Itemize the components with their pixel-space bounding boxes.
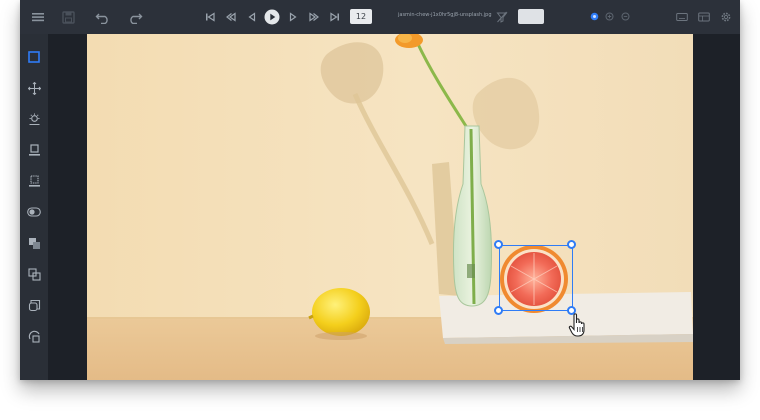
resize-handle-top-right[interactable]	[567, 240, 576, 249]
next-frame-icon[interactable]	[287, 11, 299, 23]
zoom-out-icon[interactable]	[620, 11, 631, 22]
resize-handle-bottom-left[interactable]	[494, 306, 503, 315]
filter-off-icon[interactable]	[495, 10, 509, 24]
frame-step-input[interactable]	[518, 9, 544, 24]
group-tool-icon[interactable]	[26, 235, 42, 251]
annotation-bounding-box[interactable]	[499, 245, 573, 311]
merge-tool-icon[interactable]	[26, 173, 42, 189]
photo-still-life	[87, 34, 693, 380]
resize-handle-top-left[interactable]	[494, 240, 503, 249]
hand-pointer-cursor-icon	[568, 312, 590, 338]
redo-icon[interactable]	[126, 10, 144, 24]
top-toolbar: 12 jasmin-chew-j1x0hr5gj8-unsplash.jpg	[20, 0, 740, 34]
keyboard-icon[interactable]	[675, 10, 689, 24]
layout-icon[interactable]	[697, 10, 711, 24]
filename-label: jasmin-chew-j1x0hr5gj8-unsplash.jpg	[398, 12, 492, 18]
play-button[interactable]	[264, 9, 280, 25]
previous-frame-icon[interactable]	[246, 11, 258, 23]
first-frame-icon[interactable]	[204, 11, 216, 23]
frame-number-input[interactable]: 12	[350, 9, 372, 24]
toggle-visibility-tool-icon[interactable]	[26, 204, 42, 220]
tag-tool-icon[interactable]	[26, 142, 42, 158]
last-frame-icon[interactable]	[329, 11, 341, 23]
paste-shape-tool-icon[interactable]	[26, 328, 42, 344]
ungroup-tool-icon[interactable]	[26, 266, 42, 282]
move-tool-icon[interactable]	[26, 80, 42, 96]
image-canvas[interactable]	[87, 34, 693, 380]
tool-sidebar	[20, 34, 48, 380]
brightness-tool-icon[interactable]	[26, 111, 42, 127]
rectangle-tool-icon[interactable]	[26, 49, 42, 65]
undo-icon[interactable]	[94, 10, 112, 24]
hamburger-menu-icon[interactable]	[30, 10, 46, 24]
copy-shape-tool-icon[interactable]	[26, 297, 42, 313]
zoom-in-icon[interactable]	[604, 11, 615, 22]
settings-gear-icon[interactable]	[719, 10, 733, 24]
next-step-icon[interactable]	[308, 11, 320, 23]
draw-mode-icon[interactable]	[589, 11, 600, 22]
save-icon[interactable]	[60, 10, 76, 24]
previous-step-icon[interactable]	[225, 11, 237, 23]
